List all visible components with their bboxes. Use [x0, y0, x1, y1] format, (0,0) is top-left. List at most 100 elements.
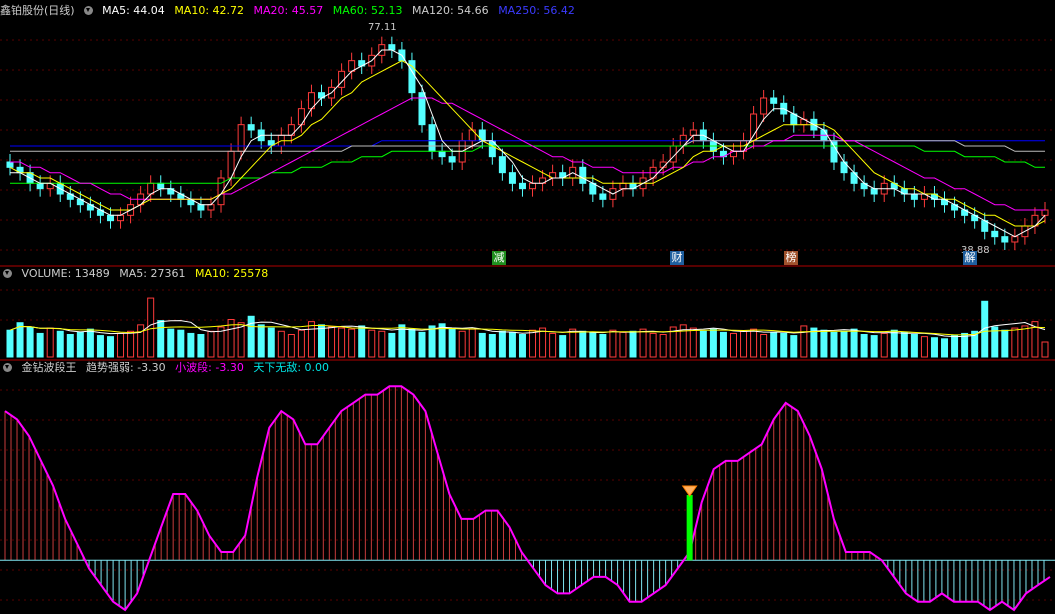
price-candle [6, 161, 14, 168]
indicator-panel-header: 金钻波段王 趋势强弱: -3.30 小波段: -3.30 天下无敌: 0.00 [0, 360, 335, 376]
price-candle [36, 182, 44, 190]
event-marker-reduce[interactable]: 减 [492, 251, 506, 265]
volume-bar [900, 331, 908, 358]
price-candle [770, 97, 778, 104]
volume-bar [518, 334, 526, 358]
volume-panel-header: VOLUME: 13489 MA5: 27361 MA10: 25578 [0, 266, 274, 282]
volume-bar [187, 332, 195, 358]
price-candle [910, 193, 918, 200]
volume-bar [127, 330, 135, 358]
price-candle [388, 44, 396, 51]
vol-ma10-label: MA10: 25578 [194, 267, 269, 280]
volume-bar [1011, 327, 1019, 358]
volume-bar [157, 320, 165, 358]
volume-bar [207, 330, 215, 358]
volume-bar [1021, 325, 1029, 358]
wave-label: 小波段: -3.30 [175, 361, 244, 374]
volume-bar [368, 329, 376, 358]
volume-bar [106, 336, 114, 358]
ma250-label: MA250: 56.42 [498, 4, 575, 17]
ma20-line [10, 97, 1045, 211]
trend-label: 趋势强弱: -3.30 [86, 361, 166, 374]
ma10-label: MA10: 42.72 [174, 4, 245, 17]
volume-bar [388, 332, 396, 358]
stock-chart [0, 36, 1055, 612]
ma20-label: MA20: 45.57 [253, 4, 324, 17]
volume-bar [257, 324, 265, 358]
volume-bar [458, 330, 466, 358]
price-candle [1011, 236, 1019, 243]
stock-name: 鑫铂股份(日线) [0, 4, 75, 17]
volume-bar [639, 328, 647, 358]
volume-bar [247, 315, 255, 358]
volume-bar [428, 325, 436, 358]
price-candle [498, 156, 506, 174]
volume-bar [418, 331, 426, 358]
volume-bar [820, 329, 828, 358]
price-candle [689, 129, 697, 136]
price-candle [518, 182, 526, 190]
volume-bar [599, 334, 607, 358]
volume-bar [6, 329, 14, 358]
volume-bar [267, 327, 275, 358]
volume-bar [197, 334, 205, 358]
volume-bar [740, 330, 748, 358]
volume-bar [358, 325, 366, 358]
price-candle [207, 204, 215, 211]
volume-bar [76, 331, 84, 358]
volume-bar [529, 329, 537, 358]
volume-bar [920, 336, 928, 358]
price-candle [508, 172, 516, 184]
price-candle [197, 204, 205, 211]
ma120-label: MA120: 54.66 [411, 4, 489, 17]
volume-bar [1001, 329, 1009, 358]
event-marker-list[interactable]: 榜 [784, 251, 798, 265]
volume-bar [16, 322, 24, 358]
price-candle [991, 230, 999, 238]
price-candle [619, 182, 627, 190]
volume-bar [96, 335, 104, 358]
volume-bar [860, 334, 868, 358]
volume-bar [167, 328, 175, 358]
volume-bar [619, 331, 627, 358]
volume-bar [830, 331, 838, 358]
volume-bar [307, 321, 315, 358]
price-candle [1001, 236, 1009, 243]
dropdown-icon[interactable] [83, 6, 93, 15]
ma60-label: MA60: 52.13 [332, 4, 403, 17]
volume-bar [890, 329, 898, 358]
price-candle [579, 166, 587, 184]
dropdown-icon[interactable] [3, 363, 12, 372]
price-candle [870, 188, 878, 195]
volume-bar [870, 335, 878, 358]
volume-bar [36, 332, 44, 358]
volume-bar [699, 330, 707, 358]
high-price-label: 77.11 [368, 22, 397, 33]
volume-bar [880, 332, 888, 358]
volume-bar [729, 332, 737, 358]
price-candle [599, 193, 607, 200]
price-candle [760, 97, 768, 115]
volume-bar [559, 335, 567, 358]
volume-bar [338, 327, 346, 358]
volume-bar [448, 327, 456, 358]
volume-bar [408, 328, 416, 358]
volume-bar [800, 325, 808, 358]
event-marker-unlock[interactable]: 解 [963, 251, 977, 265]
volume-bar [147, 297, 155, 358]
volume-bar [508, 331, 516, 358]
price-candle [106, 214, 114, 222]
event-marker-finance[interactable]: 财 [670, 251, 684, 265]
volume-bar [689, 327, 697, 358]
volume-bar [478, 332, 486, 358]
volume-bar [297, 329, 305, 358]
volume-ma5-line [9, 320, 1046, 338]
vol-ma5-label: MA5: 27361 [119, 267, 186, 280]
volume-bar [277, 330, 285, 358]
dropdown-icon[interactable] [3, 269, 12, 278]
indicator-name: 金钻波段王 [21, 361, 77, 374]
price-candle [418, 92, 426, 126]
price-candle [247, 124, 255, 131]
price-candle [448, 156, 456, 163]
wave-line [4, 385, 1051, 612]
